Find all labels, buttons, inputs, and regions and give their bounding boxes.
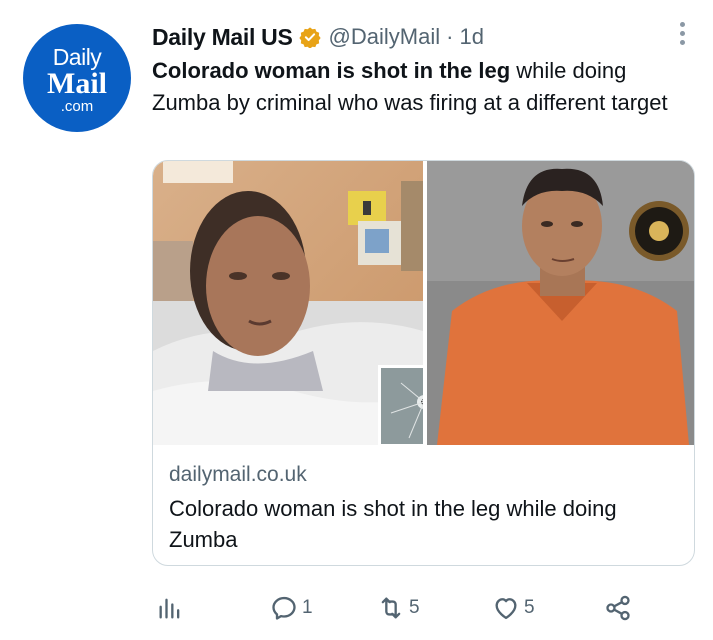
tweet-timestamp[interactable]: 1d bbox=[459, 24, 483, 50]
like-count: 5 bbox=[524, 597, 535, 618]
share-button[interactable] bbox=[604, 588, 632, 628]
tweet-text: Colorado woman is shot in the leg while … bbox=[152, 55, 682, 119]
card-image-woman-hospital bbox=[153, 161, 423, 445]
heart-icon bbox=[495, 598, 517, 620]
reply-button[interactable]: 1 bbox=[270, 588, 313, 628]
views-icon bbox=[159, 598, 180, 619]
card-media bbox=[153, 161, 694, 445]
avatar[interactable]: Daily Mail .com bbox=[23, 24, 131, 132]
account-handle[interactable]: @DailyMail bbox=[329, 24, 441, 50]
action-bar: 1 5 5 bbox=[152, 588, 695, 628]
avatar-text-com: .com bbox=[60, 98, 94, 115]
views-button[interactable] bbox=[156, 588, 184, 628]
account-name[interactable]: Daily Mail US bbox=[152, 24, 293, 51]
tweet-text-bold: Colorado woman is shot in the leg bbox=[152, 58, 511, 83]
reply-count: 1 bbox=[302, 597, 313, 618]
avatar-text-daily: Daily bbox=[52, 44, 102, 70]
tweet-header: Daily Mail US @DailyMail · 1d bbox=[152, 22, 484, 52]
reply-icon bbox=[272, 596, 296, 620]
retweet-count: 5 bbox=[409, 597, 420, 618]
like-button[interactable]: 5 bbox=[492, 588, 535, 628]
verified-badge-icon bbox=[298, 26, 321, 49]
card-image-mugshot bbox=[427, 161, 694, 445]
card-title: Colorado woman is shot in the leg while … bbox=[169, 496, 617, 552]
card-domain: dailymail.co.uk bbox=[169, 463, 307, 486]
retweet-icon bbox=[381, 597, 401, 619]
more-options-icon[interactable] bbox=[670, 16, 694, 50]
retweet-button[interactable]: 5 bbox=[377, 588, 420, 628]
avatar-text-mail: Mail bbox=[47, 67, 107, 100]
card-image-bullet-hole bbox=[378, 365, 423, 445]
share-icon bbox=[606, 595, 630, 621]
link-card[interactable]: dailymail.co.uk Colorado woman is shot i… bbox=[152, 160, 695, 566]
header-separator: · bbox=[446, 24, 454, 49]
